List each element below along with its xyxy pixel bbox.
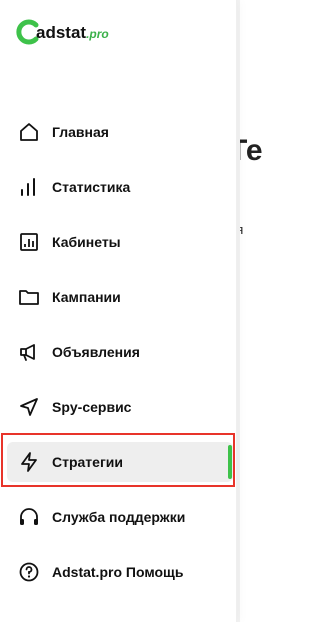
sidebar-item-campaigns[interactable]: Кампании xyxy=(0,269,236,324)
sidebar-item-label: Adstat.pro Помощь xyxy=(52,563,184,580)
logo[interactable]: adstat.pro xyxy=(14,18,134,48)
bar-chart-icon xyxy=(18,176,40,198)
nav-menu: Главная Статистика Кабинеты Кампании Объ xyxy=(0,104,236,599)
sidebar-item-label: Кабинеты xyxy=(52,233,121,250)
sidebar-item-help[interactable]: Adstat.pro Помощь xyxy=(0,544,236,599)
sidebar-item-label: Служба поддержки xyxy=(52,508,186,525)
sidebar-item-home[interactable]: Главная xyxy=(0,104,236,159)
help-circle-icon xyxy=(18,561,40,583)
selection-highlight xyxy=(1,433,235,487)
sidebar: adstat.pro Главная Статистика Кабинеты К… xyxy=(0,0,236,622)
scrollbar-track[interactable] xyxy=(236,0,240,622)
megaphone-icon xyxy=(18,341,40,363)
sidebar-item-label: Spy-сервис xyxy=(52,398,132,415)
navigation-icon xyxy=(18,396,40,418)
sidebar-item-spy-service[interactable]: Spy-сервис xyxy=(0,379,236,434)
sidebar-item-ads[interactable]: Объявления xyxy=(0,324,236,379)
sidebar-item-statistics[interactable]: Статистика xyxy=(0,159,236,214)
folder-icon xyxy=(18,286,40,308)
home-icon xyxy=(18,121,40,143)
sidebar-item-label: Главная xyxy=(52,123,109,140)
logo-name: adstat xyxy=(36,23,87,42)
cabinet-chart-icon xyxy=(18,231,40,253)
sidebar-item-label: Кампании xyxy=(52,288,121,305)
sidebar-item-label: Объявления xyxy=(52,343,140,360)
sidebar-item-label: Статистика xyxy=(52,178,131,195)
sidebar-item-cabinets[interactable]: Кабинеты xyxy=(0,214,236,269)
logo-text: adstat.pro xyxy=(36,23,109,43)
headphones-icon xyxy=(18,506,40,528)
sidebar-item-support[interactable]: Служба поддержки xyxy=(0,489,236,544)
logo-suffix: .pro xyxy=(86,27,109,41)
